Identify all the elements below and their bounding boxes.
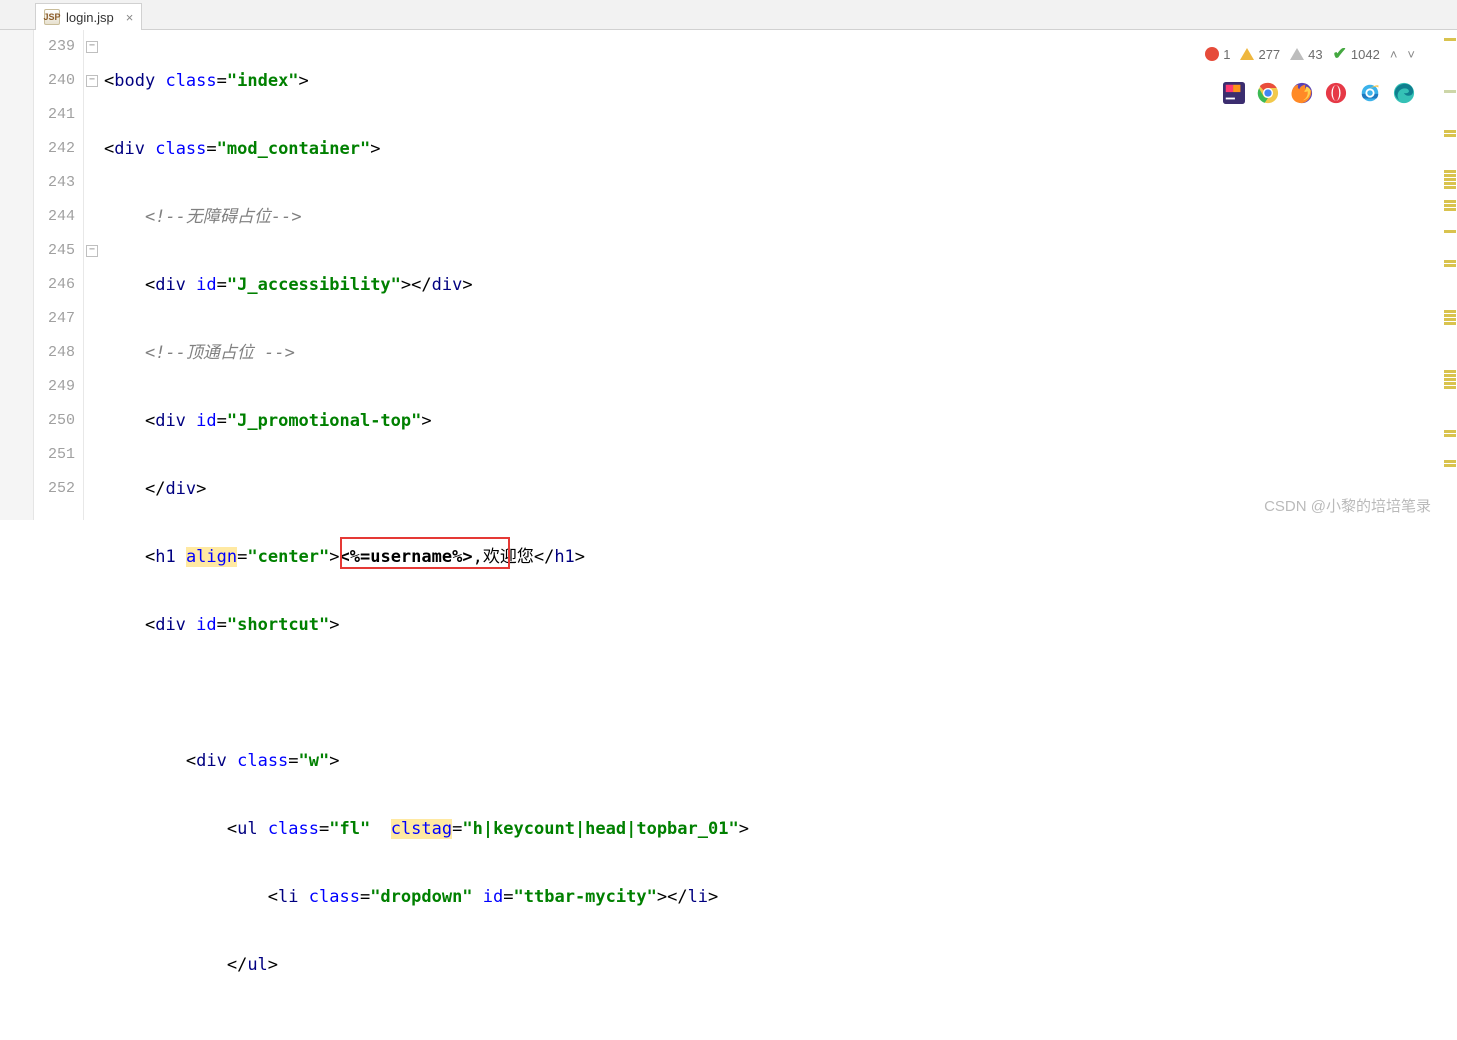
code-line: <div id="shortcut"> — [104, 608, 1457, 642]
line-number: 250 — [34, 404, 75, 438]
left-gutter-strip — [0, 30, 34, 520]
line-number: 242 — [34, 132, 75, 166]
code-line: </div> — [104, 472, 1457, 506]
code-line: <li class="dropdown" id="ttbar-mycity"><… — [104, 880, 1457, 914]
code-line — [104, 676, 1457, 710]
line-number: 240 — [34, 64, 75, 98]
line-number: 246 — [34, 268, 75, 302]
code-content[interactable]: <body class="index"> <div class="mod_con… — [102, 30, 1457, 520]
jsp-file-icon: JSP — [44, 9, 60, 25]
line-number: 251 — [34, 438, 75, 472]
error-stripe[interactable] — [1443, 30, 1457, 520]
line-number: 243 — [34, 166, 75, 200]
close-icon[interactable]: × — [126, 10, 134, 25]
line-number-gutter: 239 240 241 242 243 244 245 246 247 248 … — [34, 30, 84, 520]
code-line: <div class="mod_container"> — [104, 132, 1457, 166]
code-line: <!--顶通占位 --> — [104, 336, 1457, 370]
code-line: <!--无障碍占位--> — [104, 200, 1457, 234]
line-number: 244 — [34, 200, 75, 234]
code-line: <ul class="fl" clstag="h|keycount|head|t… — [104, 812, 1457, 846]
tab-login-jsp[interactable]: JSP login.jsp × — [35, 3, 142, 30]
line-number: 241 — [34, 98, 75, 132]
fold-handle-icon[interactable] — [86, 75, 98, 87]
line-number: 247 — [34, 302, 75, 336]
fold-column — [84, 30, 102, 520]
fold-handle-icon[interactable] — [86, 41, 98, 53]
code-line: <div id="J_promotional-top"> — [104, 404, 1457, 438]
code-line: <div id="J_accessibility"></div> — [104, 268, 1457, 302]
code-line: <body class="index"> — [104, 64, 1457, 98]
line-number: 248 — [34, 336, 75, 370]
watermark-text: CSDN @小黎的培培笔录 — [1264, 495, 1431, 516]
fold-handle-icon[interactable] — [86, 245, 98, 257]
code-line: <h1 align="center"><%=username%>,欢迎您</h1… — [104, 540, 1457, 574]
line-number: 252 — [34, 472, 75, 506]
code-editor[interactable]: 239 240 241 242 243 244 245 246 247 248 … — [0, 30, 1457, 520]
line-number: 239 — [34, 30, 75, 64]
line-number: 245 — [34, 234, 75, 268]
editor-tab-bar: JSP login.jsp × — [0, 0, 1457, 30]
tab-label: login.jsp — [66, 10, 114, 25]
line-number: 249 — [34, 370, 75, 404]
code-line: <div class="w"> — [104, 744, 1457, 778]
code-line: </ul> — [104, 948, 1457, 982]
